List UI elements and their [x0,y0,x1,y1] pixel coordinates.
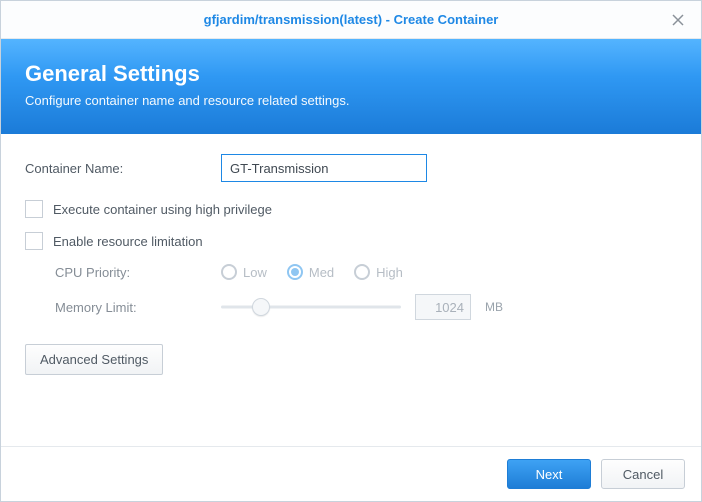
high-privilege-label: Execute container using high privilege [53,202,272,217]
next-button[interactable]: Next [507,459,591,489]
dialog-footer: Next Cancel [1,446,701,501]
container-name-label: Container Name: [25,161,221,176]
titlebar: gfjardim/transmission(latest) - Create C… [1,1,701,39]
high-privilege-checkbox[interactable] [25,200,43,218]
radio-icon [354,264,370,280]
slider-track [221,306,401,309]
close-icon[interactable] [667,9,689,31]
container-name-input[interactable] [221,154,427,182]
cancel-button[interactable]: Cancel [601,459,685,489]
cpu-priority-label: CPU Priority: [55,265,221,280]
resource-limit-checkbox[interactable] [25,232,43,250]
slider-thumb-icon [252,298,270,316]
cpu-priority-radios: Low Med High [221,264,403,280]
page-subtitle: Configure container name and resource re… [25,93,677,108]
form-content: Container Name: Execute container using … [1,134,701,446]
create-container-dialog: gfjardim/transmission(latest) - Create C… [0,0,702,502]
dialog-title: gfjardim/transmission(latest) - Create C… [204,12,499,27]
page-title: General Settings [25,61,677,87]
resource-limit-label: Enable resource limitation [53,234,203,249]
cpu-priority-med[interactable]: Med [287,264,334,280]
radio-icon [221,264,237,280]
resource-limit-group: CPU Priority: Low Med High [25,264,677,320]
header-banner: General Settings Configure container nam… [1,39,701,134]
cpu-priority-low[interactable]: Low [221,264,267,280]
memory-limit-slider[interactable] [221,297,401,317]
memory-limit-input[interactable] [415,294,471,320]
advanced-settings-button[interactable]: Advanced Settings [25,344,163,375]
radio-icon [287,264,303,280]
memory-limit-label: Memory Limit: [55,300,221,315]
cpu-priority-high[interactable]: High [354,264,403,280]
memory-unit-label: MB [485,300,503,314]
